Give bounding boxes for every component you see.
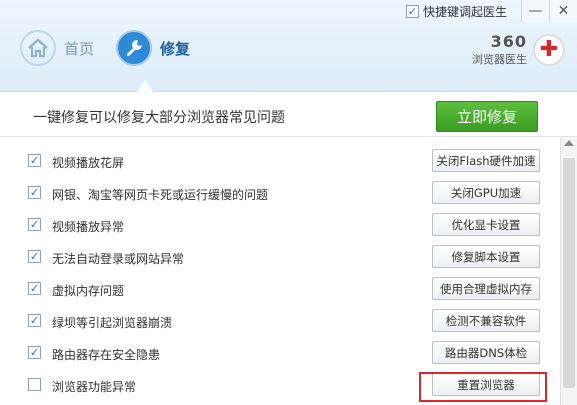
nav-repair-label: 修复 xyxy=(160,39,191,58)
item-action-button[interactable]: 关闭GPU加速 xyxy=(432,181,540,204)
item-label: 无法自动登录或网站异常 xyxy=(52,252,185,266)
item-action-button[interactable]: 使用合理虚拟内存 xyxy=(432,277,540,300)
item-checkbox[interactable]: ✓ xyxy=(28,186,41,199)
scrollbar[interactable] xyxy=(560,138,577,405)
item-label: 视频播放花屏 xyxy=(52,156,125,170)
list-item: ✓ 视频播放花屏 关闭Flash硬件加速 xyxy=(0,145,560,177)
list-item: ✓ 绿坝等引起浏览器崩溃 检测不兼容软件 xyxy=(0,305,560,337)
item-action-button[interactable]: 优化显卡设置 xyxy=(432,213,540,236)
item-checkbox[interactable]: ✓ xyxy=(28,282,41,295)
wrench-icon xyxy=(116,30,153,66)
nav-home-label: 首页 xyxy=(64,39,95,58)
medical-cross-icon: ✚ xyxy=(533,33,565,66)
nav-repair[interactable]: 修复 xyxy=(116,30,190,66)
item-label: 网银、淘宝等网页卡死或运行缓慢的问题 xyxy=(52,188,269,202)
scroll-up-icon[interactable] xyxy=(564,140,574,146)
home-icon xyxy=(20,30,56,66)
item-action-button[interactable]: 路由器DNS体检 xyxy=(432,341,540,364)
item-action-button[interactable]: 关闭Flash硬件加速 xyxy=(432,149,540,172)
item-checkbox[interactable]: ✓ xyxy=(28,154,41,167)
close-button[interactable]: ✕ xyxy=(549,0,577,22)
item-checkbox[interactable]: ✓ xyxy=(28,346,41,359)
item-action-button[interactable]: 修复脚本设置 xyxy=(432,245,540,268)
item-label: 视频播放异常 xyxy=(52,220,125,234)
header-bar: ✓ 快捷键调起医生 — ✕ 首页 修复 360 浏览器医生 ✚ xyxy=(0,0,577,92)
logo-brand: 360 xyxy=(490,32,527,51)
active-tab-pointer xyxy=(137,80,153,92)
main-nav: 首页 修复 xyxy=(20,30,212,66)
item-label: 浏览器功能异常 xyxy=(52,380,137,394)
list-item: ✓ 路由器存在安全隐患 路由器DNS体检 xyxy=(0,337,560,369)
item-label: 虚拟内存问题 xyxy=(52,284,125,298)
highlight-box xyxy=(419,372,547,402)
shortcut-checkbox[interactable]: ✓ xyxy=(405,4,419,18)
banner-text: 一键修复可以修复大部分浏览器常见问题 xyxy=(33,110,285,126)
list-item: ✓ 无法自动登录或网站异常 修复脚本设置 xyxy=(0,241,560,273)
item-checkbox[interactable]: ✓ xyxy=(28,314,41,327)
repair-list: ✓ 视频播放花屏 关闭Flash硬件加速 ✓ 网银、淘宝等网页卡死或运行缓慢的问… xyxy=(0,138,560,405)
nav-home[interactable]: 首页 xyxy=(20,30,94,66)
item-action-button[interactable]: 检测不兼容软件 xyxy=(432,309,540,332)
repair-banner: 一键修复可以修复大部分浏览器常见问题 立即修复 xyxy=(0,93,577,137)
list-item: ✓ 网银、淘宝等网页卡死或运行缓慢的问题 关闭GPU加速 xyxy=(0,177,560,209)
item-checkbox[interactable]: ✓ xyxy=(28,250,41,263)
list-item: ✓ 视频播放异常 优化显卡设置 xyxy=(0,209,560,241)
item-checkbox[interactable]: ✓ xyxy=(28,218,41,231)
fix-now-button[interactable]: 立即修复 xyxy=(436,101,538,132)
minimize-button[interactable]: — xyxy=(521,0,549,22)
list-item: ✓ 虚拟内存问题 使用合理虚拟内存 xyxy=(0,273,560,305)
item-label: 绿坝等引起浏览器崩溃 xyxy=(52,316,173,330)
logo-product: 浏览器医生 xyxy=(472,53,527,66)
scroll-thumb[interactable] xyxy=(563,158,575,388)
item-label: 路由器存在安全隐患 xyxy=(52,348,161,362)
brand-logo: 360 浏览器医生 ✚ xyxy=(472,32,565,67)
item-checkbox[interactable] xyxy=(28,378,41,391)
shortcut-option[interactable]: ✓ 快捷键调起医生 xyxy=(405,3,507,20)
window-topbar: ✓ 快捷键调起医生 — ✕ xyxy=(405,0,577,22)
shortcut-label: 快捷键调起医生 xyxy=(422,4,507,19)
